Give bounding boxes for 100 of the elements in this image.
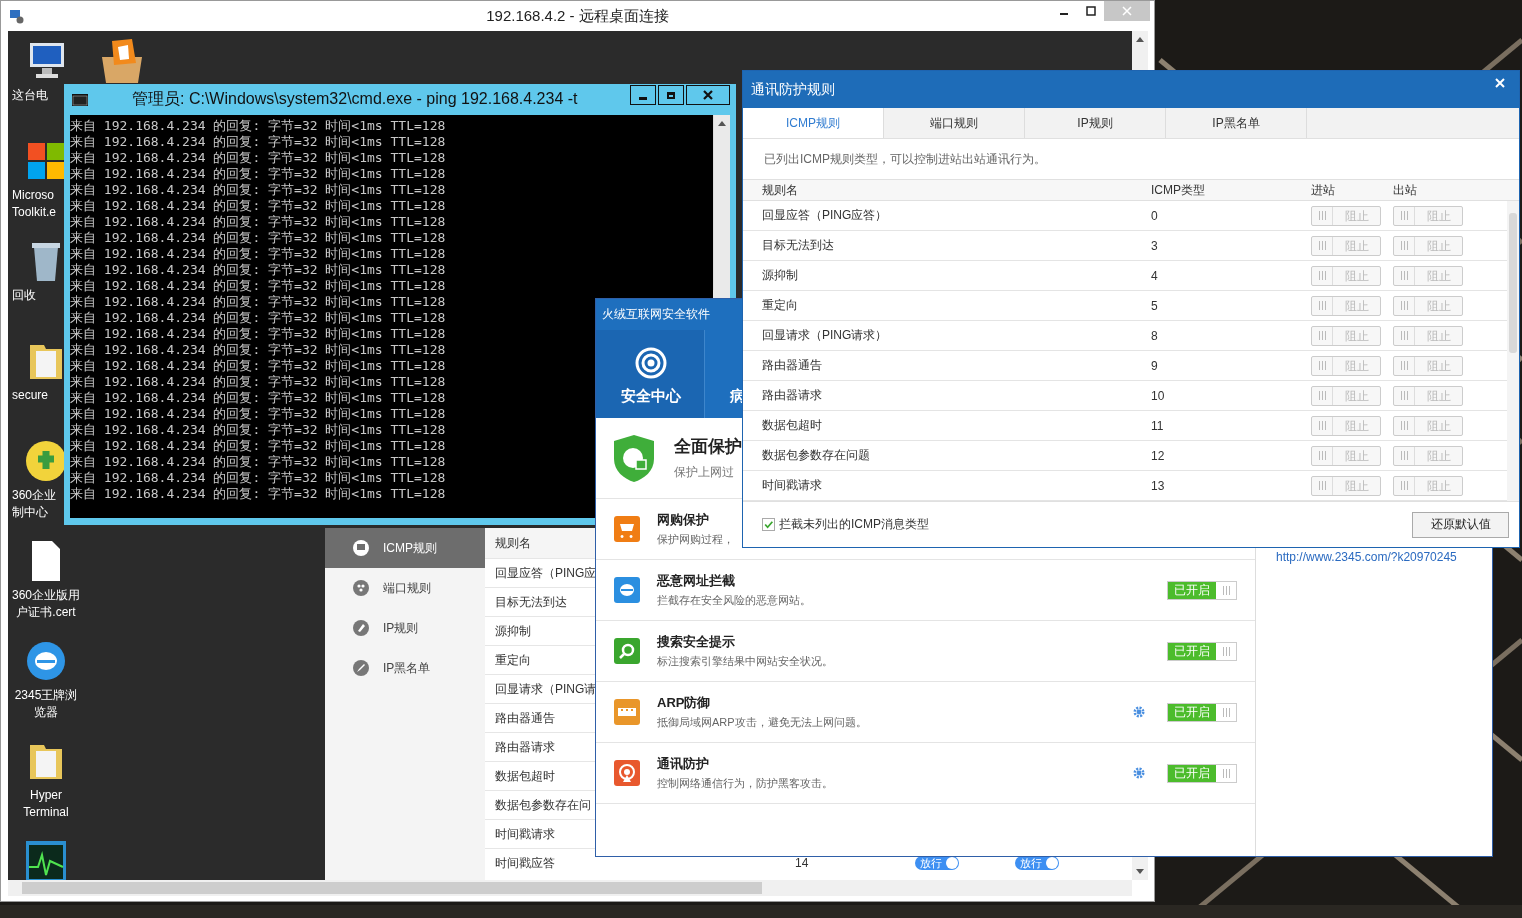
- description: 已列出ICMP规则类型，可以控制进站出站通讯行为。: [763, 151, 1047, 168]
- settings-icon[interactable]: [1133, 706, 1145, 718]
- remote-desktop-icon: [9, 8, 25, 24]
- toggle-switch[interactable]: 阻止: [1393, 445, 1463, 466]
- nav-tab[interactable]: 安全中心: [596, 330, 705, 418]
- toggle-switch[interactable]: 阻止: [1393, 205, 1463, 226]
- desktop-icon-label: 览器: [34, 704, 58, 721]
- desktop-icon-label: 回收: [12, 287, 36, 304]
- close-button[interactable]: [686, 85, 730, 105]
- tab[interactable]: IP规则: [1025, 108, 1166, 138]
- console-line: 来自 192.168.4.234 的回复: 字节=32 时间<1ms TTL=128: [70, 118, 446, 134]
- settings-icon[interactable]: [1133, 767, 1145, 779]
- feature-description: 标注搜索引擎结果中网站安全状况。: [657, 654, 833, 669]
- table-cell-text: 路由器请求: [761, 387, 823, 404]
- table-cell-text: 11: [1151, 418, 1165, 433]
- console-line: 来自 192.168.4.234 的回复: 字节=32 时间<1ms TTL=128: [70, 214, 446, 230]
- toggle-switch[interactable]: 阻止: [1311, 265, 1381, 286]
- console-line: 来自 192.168.4.234 的回复: 字节=32 时间<1ms TTL=128: [70, 470, 446, 486]
- table-cell: 时间戳应答: [495, 855, 555, 870]
- table-cell-text: 5: [1151, 298, 1159, 313]
- table-cell-text: 时间戳请求: [761, 477, 823, 494]
- desktop-icon-label: 制中心: [12, 504, 48, 521]
- table-cell: 重定向: [495, 652, 531, 667]
- toggle-switch[interactable]: 阻止: [1393, 355, 1463, 376]
- window-title: 管理员: C:\Windows\system32\cmd.exe - ping 192.168.4.234 -t: [132, 89, 578, 109]
- console-line: 来自 192.168.4.234 的回复: 字节=32 时间<1ms TTL=128: [70, 294, 446, 310]
- console-line: 来自 192.168.4.234 的回复: 字节=32 时间<1ms TTL=128: [70, 326, 446, 342]
- table-cell: 时间戳请求: [495, 826, 555, 841]
- console-line: 来自 192.168.4.234 的回复: 字节=32 时间<1ms TTL=128: [70, 278, 446, 294]
- toggle-switch[interactable]: 阻止: [1311, 445, 1381, 466]
- console-line: 来自 192.168.4.234 的回复: 字节=32 时间<1ms TTL=128: [70, 374, 446, 390]
- nav-item[interactable]: IP黑名单: [325, 648, 485, 688]
- desktop-icon-label: 这台电: [12, 87, 48, 104]
- protection-title: 全面保护: [674, 436, 742, 458]
- toggle-switch[interactable]: 阻止: [1311, 475, 1381, 496]
- minimize-icon: [1059, 13, 1068, 15]
- feature-description: 拦截存在安全风险的恶意网站。: [657, 593, 811, 608]
- window-title: 192.168.4.2 - 远程桌面连接: [486, 6, 669, 26]
- nav-item[interactable]: IP规则: [325, 608, 485, 648]
- link[interactable]: http://www.2345.com/?k20970245: [1276, 550, 1457, 564]
- toggle-switch[interactable]: 阻止: [1311, 295, 1381, 316]
- toggle-switch[interactable]: 阻止: [1393, 235, 1463, 256]
- toggle-switch[interactable]: 已开启: [1167, 641, 1237, 661]
- feature-description: 保护网购过程，: [657, 532, 734, 547]
- toggle-switch[interactable]: 阻止: [1311, 235, 1381, 256]
- table-cell-text: 12: [1151, 448, 1166, 463]
- desktop-icon-label: Toolkit.e: [12, 204, 57, 221]
- console-line: 来自 192.168.4.234 的回复: 字节=32 时间<1ms TTL=128: [70, 342, 446, 358]
- toggle-switch[interactable]: 阻止: [1393, 385, 1463, 406]
- toggle-switch[interactable]: 已开启: [1167, 580, 1237, 600]
- toggle-switch[interactable]: 阻止: [1311, 415, 1381, 436]
- close-icon[interactable]: [1495, 77, 1505, 88]
- console-line: 来自 192.168.4.234 的回复: 字节=32 时间<1ms TTL=128: [70, 134, 446, 150]
- desktop-icon-label: secure: [12, 387, 49, 404]
- console-line: 来自 192.168.4.234 的回复: 字节=32 时间<1ms TTL=128: [70, 358, 446, 374]
- toggle-switch[interactable]: 阻止: [1311, 355, 1381, 376]
- window-title: 火绒互联网安全软件: [601, 306, 711, 323]
- console-line: 来自 192.168.4.234 的回复: 字节=32 时间<1ms TTL=128: [70, 486, 446, 502]
- pen-icon: [353, 620, 369, 636]
- tab[interactable]: 端口规则: [884, 108, 1025, 138]
- toggle-switch[interactable]: 阻止: [1393, 475, 1463, 496]
- maximize-icon: [1085, 6, 1096, 16]
- toggle-switch[interactable]: 阻止: [1311, 325, 1381, 346]
- feature-description: 控制网络通信行为，防护黑客攻击。: [657, 776, 833, 791]
- toggle-switch[interactable]: 阻止: [1393, 415, 1463, 436]
- feature-title: 搜索安全提示: [657, 633, 735, 651]
- nav-item[interactable]: ICMP规则: [325, 528, 485, 568]
- checkbox[interactable]: [762, 518, 775, 531]
- toggle-switch[interactable]: 阻止: [1393, 325, 1463, 346]
- toggle-switch[interactable]: 已开启: [1167, 763, 1237, 783]
- table-cell-text: 重定向: [761, 297, 799, 314]
- table-cell-text: 14: [795, 856, 810, 870]
- tab[interactable]: ICMP规则: [743, 108, 884, 138]
- nav-item[interactable]: 端口规则: [325, 568, 485, 608]
- desktop-icon-label: Terminal: [23, 804, 69, 821]
- table-cell-text: 4: [1151, 268, 1159, 283]
- toggle-switch[interactable]: 阻止: [1311, 205, 1381, 226]
- feature-description: 抵御局域网ARP攻击，避免无法上网问题。: [657, 715, 867, 730]
- maximize-button[interactable]: [658, 85, 684, 105]
- table-cell-text: 源抑制: [761, 267, 799, 284]
- desktop-icon-label: 360企业: [12, 487, 57, 504]
- feature-title: ARP防御: [657, 694, 711, 712]
- console-line: 来自 192.168.4.234 的回复: 字节=32 时间<1ms TTL=128: [70, 166, 446, 182]
- vertical-scrollbar[interactable]: [1507, 201, 1519, 501]
- console-line: 来自 192.168.4.234 的回复: 字节=32 时间<1ms TTL=128: [70, 198, 446, 214]
- feature-title: 恶意网址拦截: [657, 572, 735, 590]
- table-cell: 回显应答（PING应: [495, 565, 597, 580]
- target-icon: [635, 347, 667, 379]
- table-cell-text: 回显应答（PING应答）: [761, 207, 889, 224]
- reset-button[interactable]: 还原默认值: [1412, 511, 1509, 538]
- monitor-icon[interactable]: [24, 839, 68, 880]
- toggle-switch[interactable]: 阻止: [1311, 385, 1381, 406]
- tab[interactable]: IP黑名单: [1166, 108, 1307, 138]
- toggle-switch[interactable]: 已开启: [1167, 702, 1237, 722]
- horizontal-scrollbar[interactable]: [8, 880, 1132, 896]
- desktop-icon-label: Microso: [12, 187, 54, 204]
- minimize-button[interactable]: [630, 85, 656, 105]
- console-line: 来自 192.168.4.234 的回复: 字节=32 时间<1ms TTL=128: [70, 406, 446, 422]
- toggle-switch[interactable]: 阻止: [1393, 295, 1463, 316]
- toggle-switch[interactable]: 阻止: [1393, 265, 1463, 286]
